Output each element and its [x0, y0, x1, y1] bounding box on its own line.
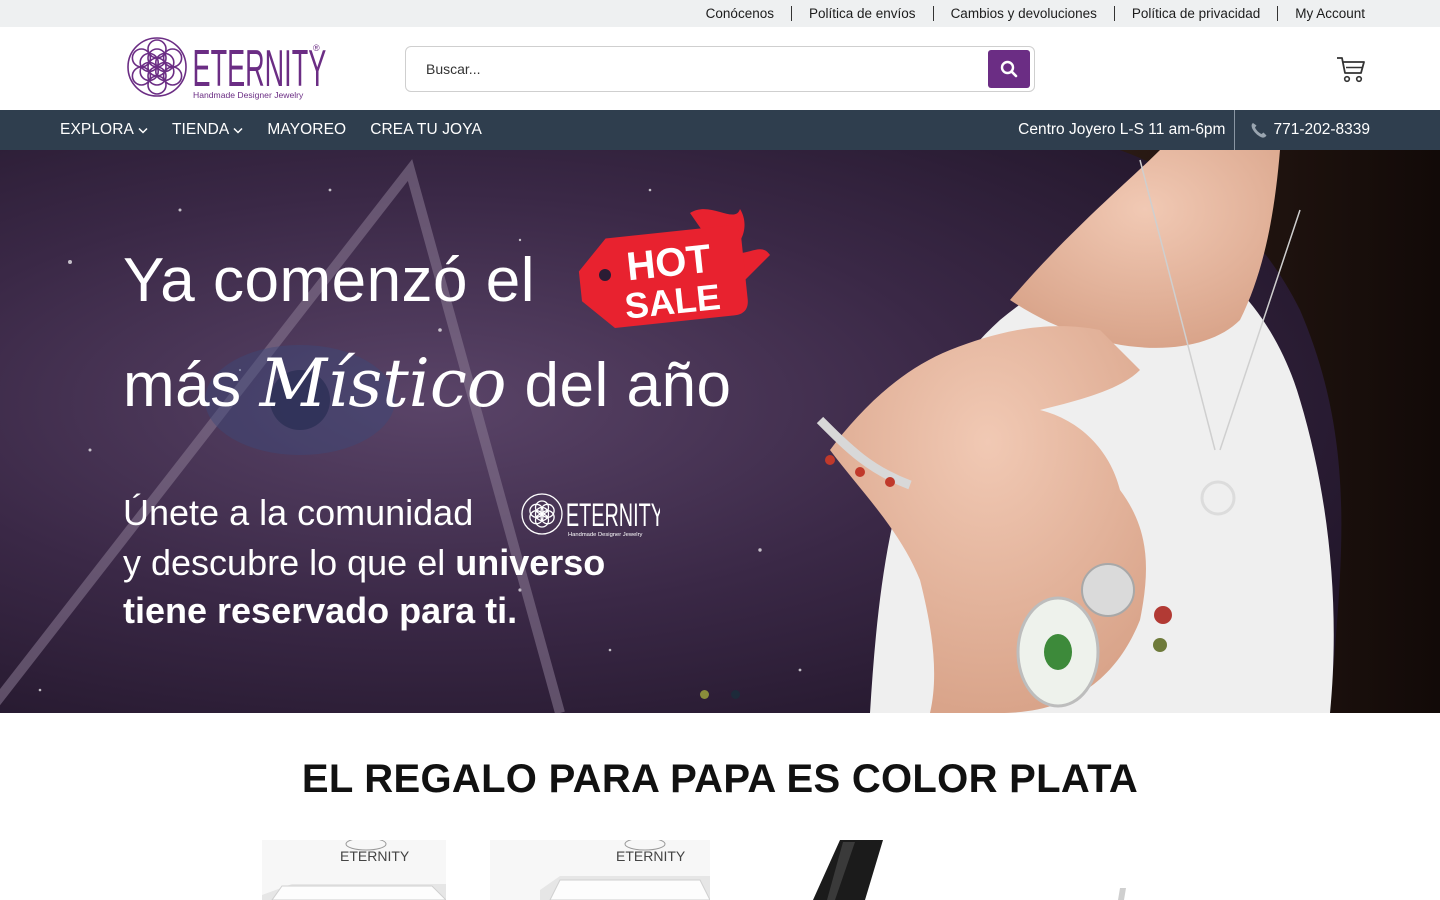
nav-tienda[interactable]: TIENDA	[172, 121, 243, 139]
phone-number: 771-202-8339	[1273, 121, 1370, 138]
chevron-down-icon	[138, 127, 148, 134]
hero-logo-wordmark: ETERNITY	[566, 497, 660, 533]
product-image	[1118, 888, 1126, 900]
product-card[interactable]	[805, 840, 885, 900]
link-my-account[interactable]: My Account	[1277, 6, 1365, 21]
nav-mayoreo-label: MAYOREO	[267, 121, 347, 138]
product-image: ETERNITY	[490, 840, 710, 900]
logo-graphic: ETERNITY ® Handmade Designer Jewelry	[127, 37, 326, 100]
logo-wordmark: ETERNITY	[193, 38, 326, 97]
product-carousel: ETERNITY ETERNITY	[0, 840, 1440, 900]
search-button[interactable]	[988, 50, 1030, 88]
nav-explora-label: EXPLORA	[60, 121, 134, 138]
phone-link[interactable]: 771-202-8339	[1235, 121, 1370, 139]
cart-button[interactable]	[1335, 53, 1367, 85]
hero-headline-line2: más Místico del año	[123, 345, 731, 422]
product-box-brand: ETERNITY	[340, 848, 410, 864]
slider-dot-1[interactable]	[700, 690, 709, 699]
nav-explora[interactable]: EXPLORA	[60, 121, 148, 139]
hero-line2-b: del año	[524, 351, 732, 420]
slider-pagination	[700, 690, 740, 699]
product-card[interactable]	[1100, 840, 1130, 900]
hero-banner[interactable]: Ya comenzó el HOT SALE más Místico del a…	[0, 150, 1440, 713]
hero-headline-line1: Ya comenzó el	[123, 246, 536, 315]
link-about[interactable]: Conócenos	[689, 6, 791, 21]
link-privacy-policy[interactable]: Política de privacidad	[1113, 6, 1277, 21]
hero-line4-b: universo	[455, 542, 606, 583]
chevron-down-icon	[233, 127, 243, 134]
top-utility-bar: Conócenos Política de envíos Cambios y d…	[0, 0, 1440, 27]
link-shipping-policy[interactable]: Política de envíos	[790, 6, 933, 21]
product-card[interactable]: ETERNITY	[262, 840, 446, 900]
slider-dot-2[interactable]	[731, 690, 740, 699]
hero-subline-1: Únete a la comunidad	[123, 492, 474, 533]
hot-sale-badge: HOT SALE	[578, 209, 770, 328]
search-box	[405, 46, 1035, 92]
nav-crea-tu-joya[interactable]: CREA TU JOYA	[370, 121, 482, 139]
site-logo[interactable]: ETERNITY ® Handmade Designer Jewelry	[126, 36, 326, 102]
cart-icon	[1337, 57, 1365, 83]
main-nav: EXPLORA TIENDA MAYOREO CREA TU JOYA Cent…	[0, 110, 1440, 150]
logo-tagline: Handmade Designer Jewelry	[193, 90, 304, 100]
product-box-brand: ETERNITY	[616, 848, 686, 864]
phone-icon	[1252, 123, 1267, 138]
product-image	[813, 840, 883, 900]
search-input[interactable]	[406, 47, 986, 91]
search-icon	[1000, 60, 1018, 78]
product-card[interactable]: ETERNITY	[490, 840, 710, 900]
product-image: ETERNITY	[262, 840, 446, 900]
site-header: ETERNITY ® Handmade Designer Jewelry	[0, 27, 1440, 110]
hero-line2-a: más	[123, 351, 242, 420]
utility-links: Conócenos Política de envíos Cambios y d…	[689, 0, 1365, 27]
hero-subline-3: tiene reservado para ti.	[123, 590, 518, 631]
nav-mayoreo[interactable]: MAYOREO	[267, 121, 346, 139]
hero-logo-tagline: Handmade Designer Jewelry	[568, 532, 643, 538]
section-title: EL REGALO PARA PAPA ES COLOR PLATA	[301, 757, 1139, 801]
svg-text:®: ®	[313, 43, 320, 53]
nav-tienda-label: TIENDA	[171, 121, 230, 138]
hero-subline-2: y descubre lo que el universo	[123, 542, 605, 584]
hero-line4-a: y descubre lo que el	[123, 542, 446, 583]
hot-sale-badge-bottom: SALE	[623, 276, 723, 327]
hero-line2-script: Místico	[259, 345, 507, 422]
nav-crea-tu-joya-label: CREA TU JOYA	[370, 121, 482, 138]
link-returns[interactable]: Cambios y devoluciones	[932, 6, 1114, 21]
hero-eternity-logo: ETERNITY Handmade Designer Jewelry	[521, 493, 660, 538]
store-hours: Centro Joyero L-S 11 am-6pm	[1018, 110, 1236, 150]
